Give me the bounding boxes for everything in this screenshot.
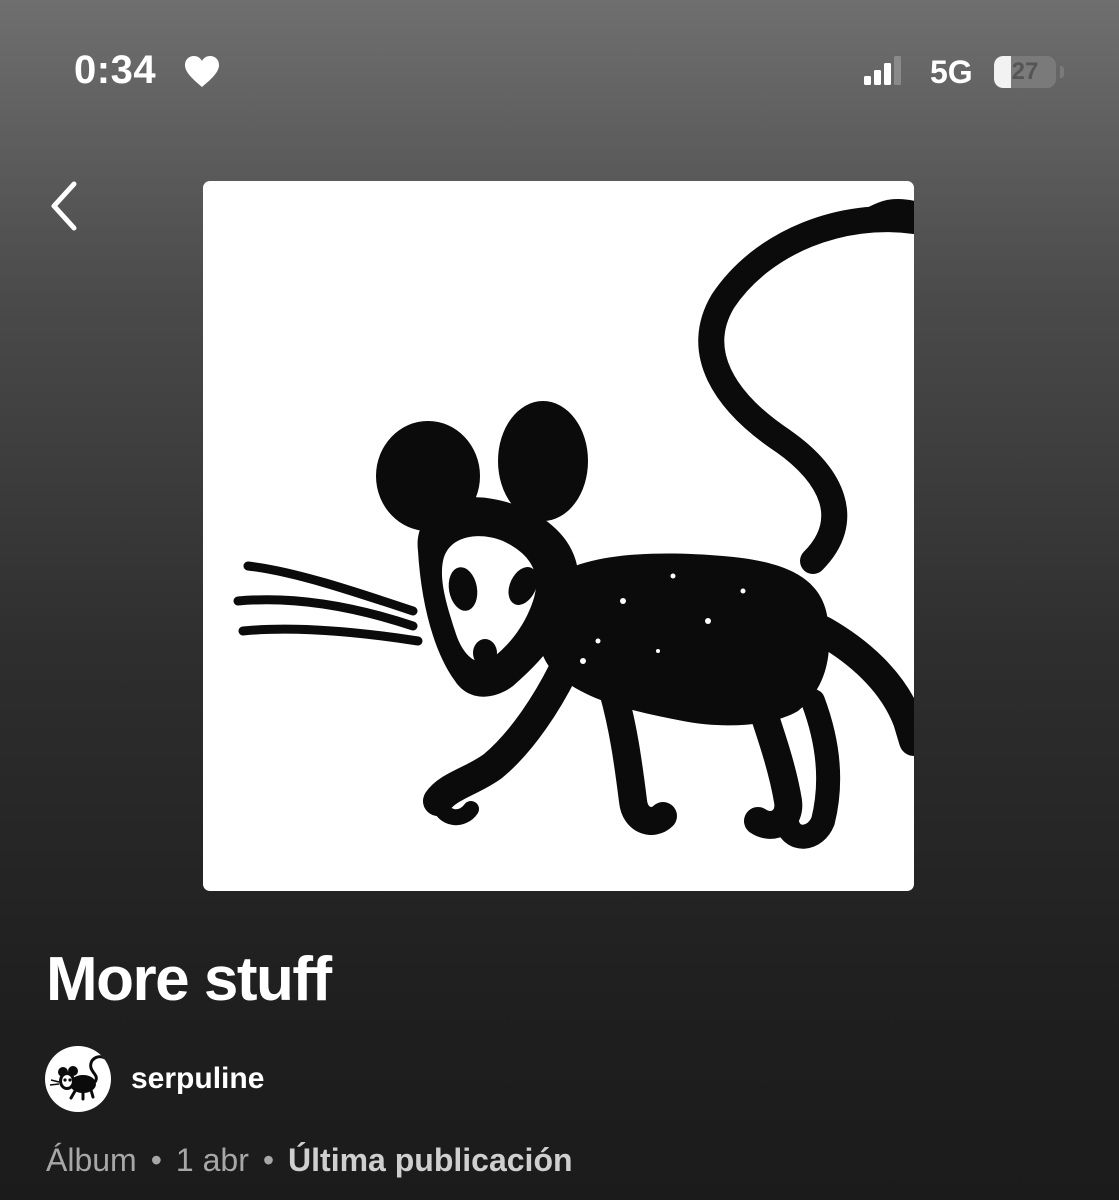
meta-separator: • (262, 1142, 275, 1178)
avatar (45, 1046, 111, 1112)
battery-nub (1060, 66, 1064, 78)
network-type-label: 5G (930, 54, 973, 90)
artist-name: serpuline (131, 1062, 265, 1095)
release-date: 1 abr (175, 1142, 249, 1178)
battery-icon: 27 (994, 56, 1056, 88)
artist-link[interactable]: serpuline (45, 1046, 264, 1112)
status-bar: 0:34 5G 27 (0, 0, 1119, 140)
heart-icon (185, 56, 219, 87)
album-meta: Álbum • 1 abr • Última publicación (46, 1142, 573, 1179)
chevron-left-icon (51, 181, 77, 231)
album-cover-art (203, 181, 914, 891)
mouse-avatar-icon (49, 1055, 106, 1101)
back-button[interactable] (38, 176, 94, 236)
status-time: 0:34 (74, 48, 157, 92)
album-type: Álbum (46, 1142, 137, 1178)
release-label: Última publicación (288, 1142, 573, 1178)
cellular-signal-icon (864, 56, 901, 85)
album-title: More stuff (46, 945, 332, 1014)
meta-separator: • (150, 1142, 162, 1178)
battery-level: 27 (1011, 58, 1039, 85)
mouse-illustration (233, 198, 914, 849)
